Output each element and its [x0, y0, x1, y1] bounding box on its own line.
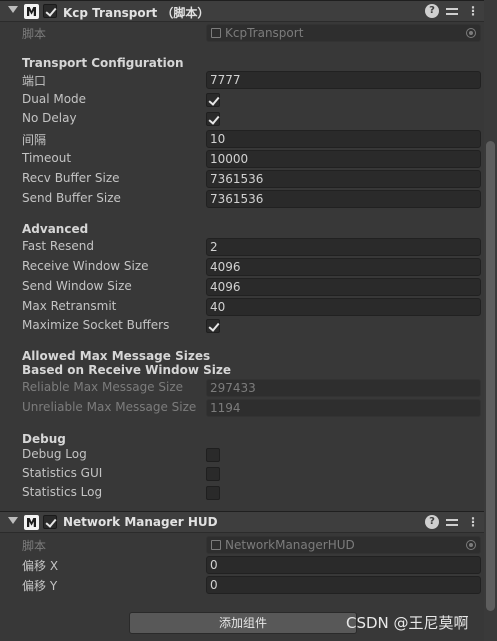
more-icon[interactable]: ⋮	[466, 4, 480, 18]
interval-input[interactable]: 10	[206, 130, 481, 148]
send-window-input[interactable]: 4096	[206, 278, 481, 296]
recv-buffer-input[interactable]: 7361536	[206, 170, 481, 188]
fast-resend-label: Fast Resend	[22, 239, 94, 253]
hud-script-object-field[interactable]: NetworkManagerHUD	[206, 536, 481, 554]
timeout-row: Timeout 10000	[0, 149, 483, 169]
stats-log-label: Statistics Log	[22, 485, 103, 499]
timeout-label: Timeout	[22, 151, 72, 165]
debug-log-row: Debug Log	[0, 445, 483, 465]
send-buffer-label: Send Buffer Size	[22, 191, 121, 205]
script-object-field[interactable]: KcpTransport	[206, 24, 481, 42]
preset-icon[interactable]	[445, 4, 459, 18]
section-advanced: Advanced	[22, 222, 89, 236]
stats-log-row: Statistics Log	[0, 483, 483, 503]
unreliable-readonly-field: 1194	[206, 399, 481, 417]
dual-mode-checkbox[interactable]	[206, 93, 220, 107]
stats-log-checkbox[interactable]	[206, 486, 220, 500]
offset-x-row: 偏移 X 0	[0, 555, 483, 575]
object-picker-icon[interactable]	[466, 28, 476, 38]
recv-buffer-label: Recv Buffer Size	[22, 171, 120, 185]
stats-gui-checkbox[interactable]	[206, 467, 220, 481]
recv-window-row: Receive Window Size 4096	[0, 257, 483, 277]
script-asset-icon	[211, 540, 221, 550]
debug-log-label: Debug Log	[22, 447, 87, 461]
interval-row: 间隔 10	[0, 129, 483, 149]
send-window-row: Send Window Size 4096	[0, 277, 483, 297]
fast-resend-input[interactable]: 2	[206, 238, 481, 256]
max-retransmit-row: Max Retransmit 40	[0, 297, 483, 317]
dual-mode-label: Dual Mode	[22, 92, 87, 106]
max-socket-label: Maximize Socket Buffers	[22, 318, 170, 332]
add-component-button[interactable]: 添加组件	[129, 612, 357, 634]
component-title: Network Manager HUD	[63, 515, 218, 529]
send-buffer-input[interactable]: 7361536	[206, 190, 481, 208]
port-label: 端口	[22, 74, 47, 88]
no-delay-row: No Delay	[0, 109, 483, 129]
port-input[interactable]: 7777	[206, 71, 481, 89]
offset-y-label: 偏移 Y	[22, 579, 58, 593]
stats-gui-row: Statistics GUI	[0, 464, 483, 484]
hud-script-row: 脚本 NetworkManagerHUD	[0, 535, 483, 555]
no-delay-label: No Delay	[22, 111, 77, 125]
send-buffer-row: Send Buffer Size 7361536	[0, 189, 483, 209]
kcp-transport-header[interactable]: Kcp Transport （脚本） ? ⋮	[0, 0, 497, 22]
offset-y-row: 偏移 Y 0	[0, 575, 483, 595]
section-transport-configuration: Transport Configuration	[22, 56, 184, 70]
port-row: 端口 7777	[0, 70, 483, 90]
offset-x-label: 偏移 X	[22, 559, 59, 573]
offset-x-input[interactable]: 0	[206, 556, 481, 574]
fold-arrow-icon[interactable]	[8, 6, 18, 13]
script-asset-icon	[211, 28, 221, 38]
more-icon[interactable]: ⋮	[466, 515, 480, 529]
script-row: 脚本 KcpTransport	[0, 23, 483, 43]
script-value: KcpTransport	[225, 26, 304, 40]
hud-script-label: 脚本	[22, 539, 47, 553]
timeout-input[interactable]: 10000	[206, 150, 481, 168]
kcp-enable-checkbox[interactable]	[43, 4, 57, 18]
dual-mode-row: Dual Mode	[0, 90, 483, 110]
preset-icon[interactable]	[445, 515, 459, 529]
scrollbar-thumb[interactable]	[486, 141, 495, 611]
network-manager-hud-header[interactable]: Network Manager HUD ? ⋮	[0, 511, 497, 533]
object-picker-icon[interactable]	[466, 540, 476, 550]
unreliable-row: Unreliable Max Message Size 1194	[0, 398, 483, 418]
offset-y-input[interactable]: 0	[206, 576, 481, 594]
no-delay-checkbox[interactable]	[206, 112, 220, 126]
help-icon[interactable]: ?	[425, 515, 439, 529]
section-allowed-max-1: Allowed Max Message Sizes	[22, 349, 211, 363]
hud-script-value: NetworkManagerHUD	[225, 538, 355, 552]
script-label: 脚本	[22, 27, 47, 41]
max-retransmit-input[interactable]: 40	[206, 298, 481, 316]
recv-window-label: Receive Window Size	[22, 259, 149, 273]
hud-enable-checkbox[interactable]	[43, 515, 57, 529]
unreliable-label: Unreliable Max Message Size	[22, 400, 197, 414]
watermark-text: CSDN @王尼莫啊	[346, 614, 469, 632]
stats-gui-label: Statistics GUI	[22, 466, 103, 480]
reliable-readonly-field: 297433	[206, 379, 481, 397]
section-debug: Debug	[22, 432, 66, 446]
fast-resend-row: Fast Resend 2	[0, 237, 483, 257]
reliable-row: Reliable Max Message Size 297433	[0, 378, 483, 398]
component-title: Kcp Transport （脚本）	[63, 6, 210, 20]
interval-label: 间隔	[22, 133, 47, 147]
fold-arrow-icon[interactable]	[8, 517, 18, 524]
unity-script-icon	[24, 515, 39, 530]
reliable-label: Reliable Max Message Size	[22, 380, 184, 394]
section-allowed-max-2: Based on Receive Window Size	[22, 363, 232, 377]
max-retransmit-label: Max Retransmit	[22, 299, 117, 313]
debug-log-checkbox[interactable]	[206, 448, 220, 462]
recv-window-input[interactable]: 4096	[206, 258, 481, 276]
max-socket-row: Maximize Socket Buffers	[0, 316, 483, 336]
recv-buffer-row: Recv Buffer Size 7361536	[0, 169, 483, 189]
unity-script-icon	[24, 4, 39, 19]
send-window-label: Send Window Size	[22, 279, 132, 293]
max-socket-checkbox[interactable]	[206, 319, 220, 333]
help-icon[interactable]: ?	[425, 4, 439, 18]
